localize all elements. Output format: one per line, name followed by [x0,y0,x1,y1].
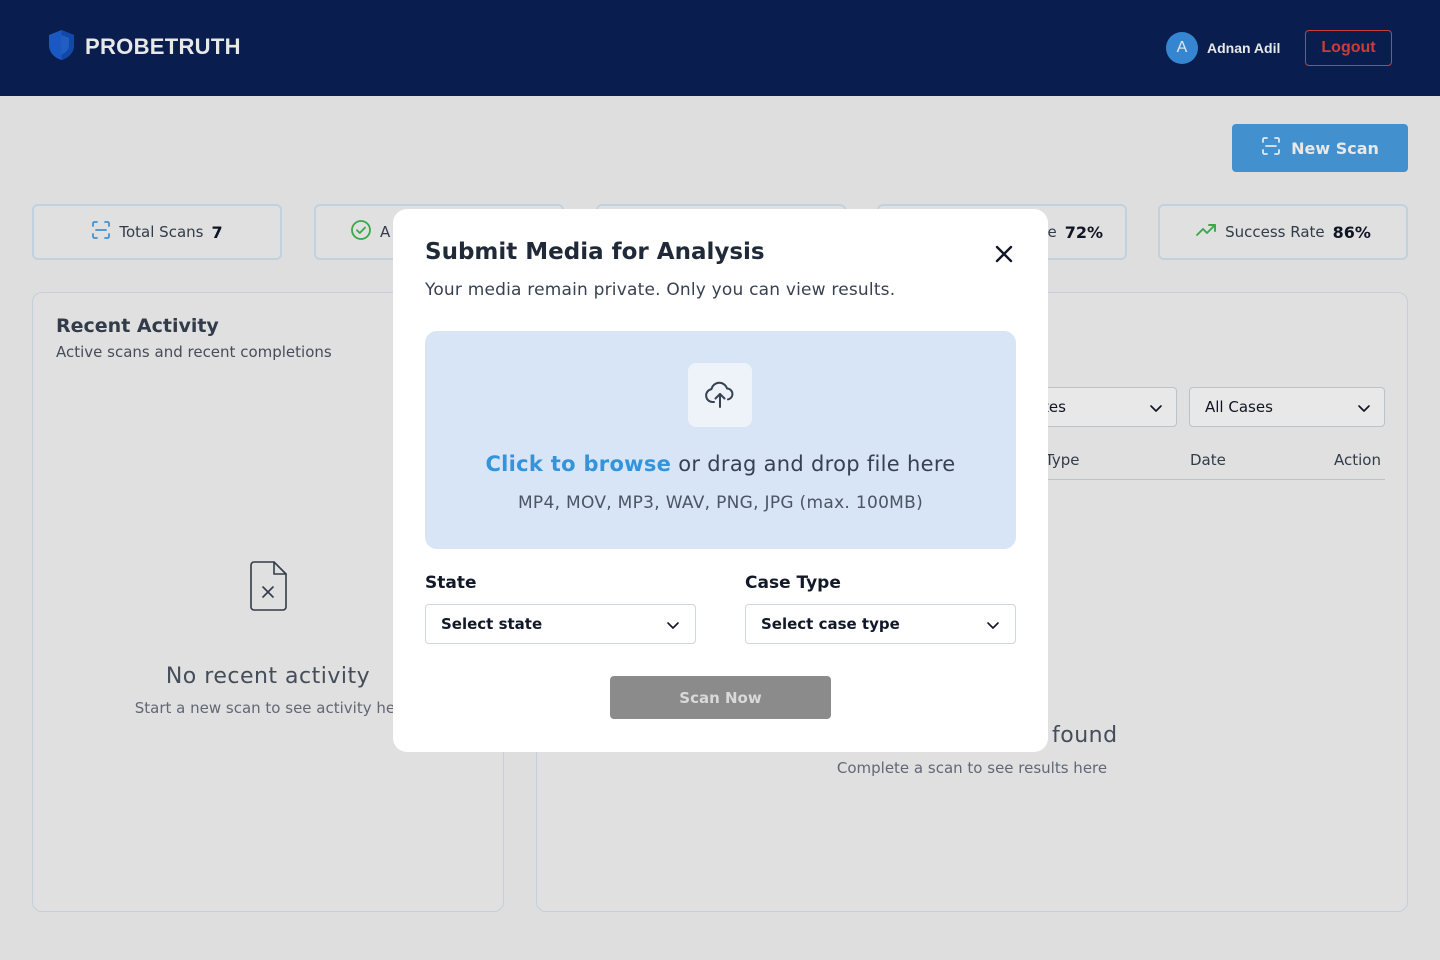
browse-link[interactable]: Click to browse [485,452,671,476]
modal-subtitle: Your media remain private. Only you can … [425,280,896,300]
state-select-value: Select state [441,615,543,633]
case-type-label: Case Type [745,573,841,593]
case-type-select[interactable]: Select case type [745,604,1016,644]
state-label: State [425,573,477,593]
case-type-select-value: Select case type [761,615,900,633]
chevron-down-icon [665,617,681,637]
upload-cloud-icon [688,363,752,427]
modal-title: Submit Media for Analysis [425,239,765,265]
close-icon[interactable] [992,242,1016,266]
dropzone-instruction-text: or drag and drop file here [671,452,956,476]
accepted-formats: MP4, MOV, MP3, WAV, PNG, JPG (max. 100MB… [517,493,924,513]
state-select[interactable]: Select state [425,604,696,644]
scan-now-button[interactable]: Scan Now [610,676,831,719]
file-dropzone[interactable]: Click to browse or drag and drop file he… [425,331,1016,549]
submit-media-modal: Submit Media for Analysis Your media rem… [393,209,1048,752]
dropzone-instruction: Click to browse or drag and drop file he… [425,452,1016,476]
chevron-down-icon [985,617,1001,637]
